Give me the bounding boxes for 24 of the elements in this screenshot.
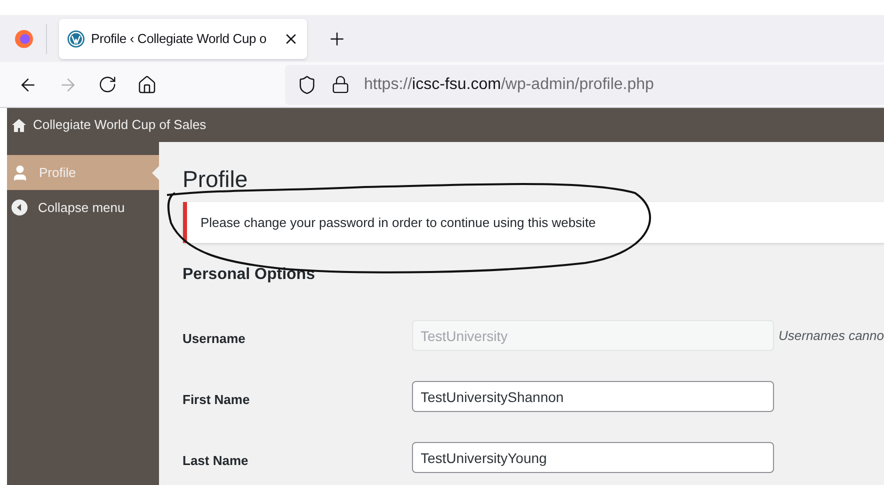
shield-icon: [297, 74, 317, 94]
browser-tab[interactable]: Profile ‹ Collegiate World Cup o: [59, 18, 307, 58]
text-field[interactable]: TestUniversityYoung: [412, 442, 774, 473]
collapse-icon: [11, 199, 28, 216]
reload-icon[interactable]: [98, 75, 117, 94]
field-label: First Name: [182, 390, 251, 409]
user-icon: [11, 164, 29, 182]
lock-icon: [331, 75, 350, 94]
url-text: https://icsc-fsu.com/wp-admin/profile.php: [364, 74, 654, 94]
field-label: Username: [182, 330, 246, 348]
tab-title: Profile ‹ Collegiate World Cup o: [91, 30, 268, 48]
home-icon[interactable]: [137, 74, 157, 94]
home-icon: [11, 118, 27, 132]
page-title: Profile: [182, 165, 249, 194]
browser-logo-icon: [14, 28, 34, 48]
notice: Please change your password in order to continue using this website: [182, 202, 884, 243]
menu-item[interactable]: Collapse menu: [7, 190, 158, 225]
section-title: Personal Options: [182, 265, 316, 285]
address-bar[interactable]: https://icsc-fsu.com/wp-admin/profile.php: [285, 64, 884, 104]
field-label: Last Name: [182, 452, 250, 470]
text-field[interactable]: TestUniversityShannon: [412, 381, 774, 412]
field-description: Usernames canno: [778, 326, 884, 345]
site-icon: [67, 30, 85, 48]
site-name[interactable]: Collegiate World Cup of Sales: [33, 115, 206, 135]
